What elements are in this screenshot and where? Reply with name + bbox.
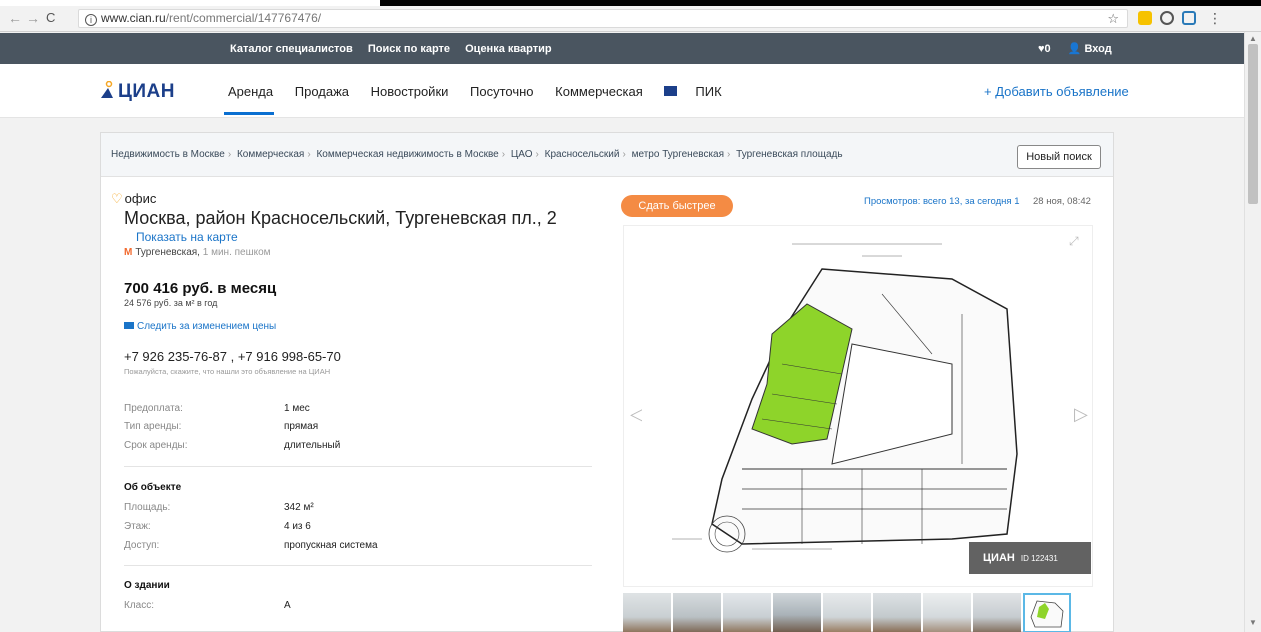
watermark: ЦИАН ID 122431: [969, 542, 1091, 574]
nav-pik[interactable]: ПИК: [664, 84, 739, 99]
url-domain: www.cian.ru: [101, 11, 166, 25]
listing-type: офис: [124, 191, 157, 206]
url-path: /rent/commercial/147767476/: [165, 11, 322, 25]
sell-faster-button[interactable]: Сдать быстрее: [621, 195, 733, 217]
metro-station[interactable]: Тургеневская,: [135, 247, 200, 258]
thumbnail[interactable]: [673, 593, 721, 632]
nav-daily[interactable]: Посуточно: [470, 84, 534, 99]
nav-new-buildings[interactable]: Новостройки: [371, 84, 449, 99]
favorite-heart-icon[interactable]: ♡: [111, 191, 123, 206]
object-label: Этаж:: [124, 521, 151, 532]
photo-gallery: ⤢ ◁ ▷ ЦИАН ID 122431: [623, 225, 1093, 587]
thumbnail[interactable]: [623, 593, 671, 632]
reload-icon[interactable]: C: [46, 10, 55, 25]
extension-icon[interactable]: [1182, 11, 1196, 25]
thumbnail[interactable]: [823, 593, 871, 632]
thumbnail[interactable]: [973, 593, 1021, 632]
floor-plan-image[interactable]: [642, 234, 1062, 574]
pik-icon: [664, 86, 678, 96]
watermark-id: ID 122431: [1020, 554, 1058, 563]
forward-icon[interactable]: →: [26, 10, 40, 26]
object-value: 4 из 6: [284, 521, 311, 532]
price-per-m2: 24 576 руб. за м² в год: [124, 298, 218, 308]
section-title-building: О здании: [124, 580, 170, 591]
address-bar[interactable]: i www.cian.ru/rent/commercial/147767476/ …: [78, 9, 1128, 28]
thumbnail[interactable]: [723, 593, 771, 632]
site-header: ЦИАН Аренда Продажа Новостройки Посуточн…: [0, 64, 1244, 118]
object-label: Площадь:: [124, 502, 171, 513]
nav-link-specialists[interactable]: Каталог специалистов: [230, 43, 353, 55]
extension-icon[interactable]: [1160, 11, 1174, 25]
active-tab-indicator: [224, 112, 274, 115]
follow-price-link[interactable]: Следить за изменением цены: [124, 321, 276, 332]
breadcrumb-item[interactable]: Красносельский: [545, 149, 620, 160]
info-icon[interactable]: i: [85, 14, 97, 26]
menu-icon[interactable]: ⋮: [1208, 10, 1222, 27]
login-link[interactable]: Вход: [1084, 43, 1111, 55]
breadcrumb-item[interactable]: Тургеневская площадь: [736, 149, 842, 160]
expand-icon[interactable]: ⤢: [1069, 234, 1079, 249]
building-value: A: [284, 600, 291, 611]
term-value: 1 мес: [284, 403, 310, 414]
browser-toolbar: ← → C i www.cian.ru/rent/commercial/14776…: [0, 6, 1261, 32]
object-value: пропускная система: [284, 540, 378, 551]
back-icon[interactable]: ←: [8, 10, 22, 26]
metro-walk-time: 1 мин. пешком: [202, 247, 271, 258]
term-label: Тип аренды:: [124, 421, 182, 432]
new-search-button[interactable]: Новый поиск: [1017, 145, 1101, 169]
metro-icon: M: [124, 247, 133, 258]
bookmark-star-icon[interactable]: ☆: [1107, 10, 1119, 27]
nav-rent[interactable]: Аренда: [228, 84, 273, 99]
phone-note: Пожалуйста, скажите, что нашли это объяв…: [124, 367, 331, 376]
nav-link-map-search[interactable]: Поиск по карте: [368, 43, 450, 55]
section-title-object: Об объекте: [124, 482, 182, 493]
building-label: Класс:: [124, 600, 154, 611]
gallery-next-icon[interactable]: ▷: [1074, 404, 1088, 425]
metro-info: M Тургеневская, 1 мин. пешком: [124, 247, 271, 258]
nav-link-valuation[interactable]: Оценка квартир: [465, 43, 551, 55]
scrollbar[interactable]: ▲ ▼: [1244, 32, 1261, 632]
top-nav-bar: Каталог специалистов Поиск по карте Оцен…: [0, 33, 1244, 64]
thumbnail[interactable]: [923, 593, 971, 632]
object-value: 342 м²: [284, 502, 314, 513]
thumbnail[interactable]: [873, 593, 921, 632]
breadcrumb: Недвижимость в Москве › Коммерческая › Ком…: [101, 133, 1113, 177]
logo-text: ЦИАН: [118, 81, 175, 102]
thumbnail[interactable]: [773, 593, 821, 632]
add-listing-link[interactable]: + Добавить объявление: [984, 84, 1129, 99]
term-value: длительный: [284, 440, 341, 451]
breadcrumb-item[interactable]: Недвижимость в Москве: [111, 149, 225, 160]
nav-commercial[interactable]: Коммерческая: [555, 84, 643, 99]
object-label: Доступ:: [124, 540, 160, 551]
term-label: Предоплата:: [124, 403, 183, 414]
breadcrumb-item[interactable]: Коммерческая недвижимость в Москве: [316, 149, 498, 160]
phone-numbers[interactable]: +7 926 235-76-87 , +7 916 998-65-70: [124, 349, 341, 364]
divider: [124, 565, 592, 566]
logo-pin-icon: [100, 80, 114, 99]
extension-icon[interactable]: [1138, 11, 1152, 25]
breadcrumb-item[interactable]: ЦАО: [511, 149, 533, 160]
listing-address: Москва, район Красносельский, Тургеневск…: [124, 208, 557, 228]
envelope-icon: [124, 322, 134, 329]
price: 700 416 руб. в месяц: [124, 280, 277, 297]
watermark-logo: ЦИАН: [983, 552, 1015, 564]
user-icon: 👤: [1067, 43, 1082, 55]
cian-logo[interactable]: ЦИАН: [100, 80, 175, 103]
views-link[interactable]: Просмотров: всего 13, за сегодня 1: [864, 196, 1020, 207]
thumbnail-strip: [623, 593, 1093, 632]
scroll-down-icon[interactable]: ▼: [1249, 618, 1257, 627]
scroll-up-icon[interactable]: ▲: [1249, 34, 1257, 43]
divider: [124, 466, 592, 467]
thumbnail-active[interactable]: [1023, 593, 1071, 632]
publish-date: 28 ноя, 08:42: [1033, 196, 1091, 207]
scrollbar-thumb[interactable]: [1248, 44, 1258, 204]
nav-sale[interactable]: Продажа: [295, 84, 349, 99]
term-label: Срок аренды:: [124, 440, 188, 451]
listing-card: Недвижимость в Москве › Коммерческая › Ком…: [100, 132, 1114, 632]
term-value: прямая: [284, 421, 319, 432]
breadcrumb-item[interactable]: Коммерческая: [237, 149, 304, 160]
favorites-count[interactable]: 0: [1045, 43, 1051, 55]
breadcrumb-item[interactable]: метро Тургеневская: [632, 149, 724, 160]
show-on-map-link[interactable]: Показать на карте: [136, 230, 238, 244]
